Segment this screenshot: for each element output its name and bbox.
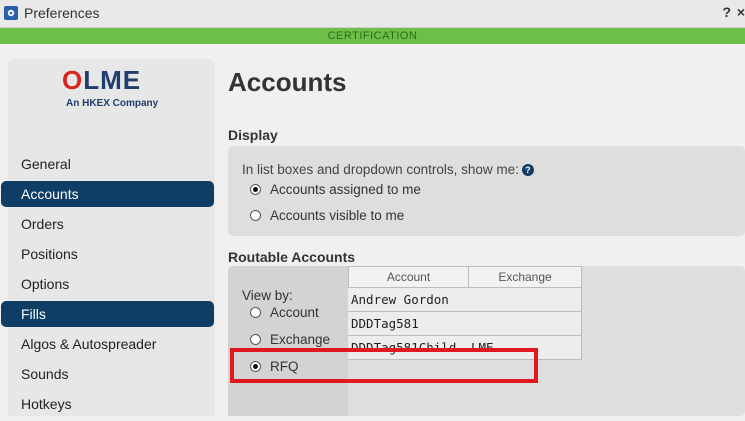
table-cell-account[interactable]: Andrew Gordon: [348, 288, 469, 312]
page-title: Accounts: [228, 67, 347, 97]
table-cell-exchange[interactable]: [468, 288, 582, 312]
main-panel: Accounts Display In list boxes and dropd…: [228, 59, 745, 416]
window-title: Preferences: [24, 5, 100, 21]
lme-wordmark: OLME: [62, 65, 142, 95]
environment-label: CERTIFICATION: [327, 30, 418, 42]
table-cell-exchange[interactable]: [468, 312, 582, 336]
title-bar: Preferences ? ×: [0, 0, 745, 28]
radio-dot[interactable]: [250, 307, 261, 318]
radio-dot[interactable]: [250, 334, 261, 345]
sidebar-item-accounts[interactable]: Accounts: [1, 181, 214, 207]
radio-dot[interactable]: [250, 184, 261, 195]
display-lead: In list boxes and dropdown controls, sho…: [242, 162, 534, 177]
app-icon: [4, 6, 18, 20]
table-cell-exchange[interactable]: LME: [468, 336, 582, 360]
column-header-account[interactable]: Account: [348, 266, 469, 288]
sidebar-item-algos[interactable]: Algos & Autospreader: [1, 331, 214, 357]
help-icon[interactable]: ?: [521, 164, 534, 177]
routable-panel: View by: Account Exchange RFQ Account Ex…: [228, 266, 745, 416]
radio-view-exchange[interactable]: Exchange: [250, 332, 330, 347]
sidebar-item-fills[interactable]: Fills: [1, 301, 214, 327]
view-by-group: View by: Account Exchange RFQ: [228, 266, 348, 416]
radio-accounts-assigned[interactable]: Accounts assigned to me: [250, 182, 421, 197]
sidebar-item-options[interactable]: Options: [1, 271, 214, 297]
table-cell-account[interactable]: DDDTag581: [348, 312, 469, 336]
view-by-label: View by:: [242, 288, 293, 303]
sidebar-item-hotkeys[interactable]: Hotkeys: [1, 391, 214, 417]
close-button[interactable]: ×: [737, 4, 745, 20]
lme-logo: OLME An HKEX Company: [62, 65, 182, 115]
environment-bar: CERTIFICATION: [0, 28, 745, 44]
routable-heading: Routable Accounts: [228, 249, 356, 265]
radio-accounts-visible[interactable]: Accounts visible to me: [250, 208, 404, 223]
sidebar-nav: General Accounts Orders Positions Option…: [1, 151, 244, 421]
display-panel: In list boxes and dropdown controls, sho…: [228, 146, 745, 236]
sidebar-item-orders[interactable]: Orders: [1, 211, 214, 237]
sidebar: OLME An HKEX Company General Accounts Or…: [1, 59, 215, 416]
lme-subtitle: An HKEX Company: [66, 98, 159, 109]
sidebar-item-positions[interactable]: Positions: [1, 241, 214, 267]
radio-view-rfq[interactable]: RFQ: [250, 359, 299, 374]
sidebar-item-general[interactable]: General: [1, 151, 214, 177]
table-cell-account[interactable]: DDDTag581Child: [348, 336, 469, 360]
sidebar-item-sounds[interactable]: Sounds: [1, 361, 214, 387]
radio-view-account[interactable]: Account: [250, 305, 319, 320]
radio-dot[interactable]: [250, 361, 261, 372]
display-heading: Display: [228, 127, 278, 143]
column-header-exchange[interactable]: Exchange: [468, 266, 582, 288]
help-button[interactable]: ?: [722, 4, 731, 20]
radio-dot[interactable]: [250, 210, 261, 221]
